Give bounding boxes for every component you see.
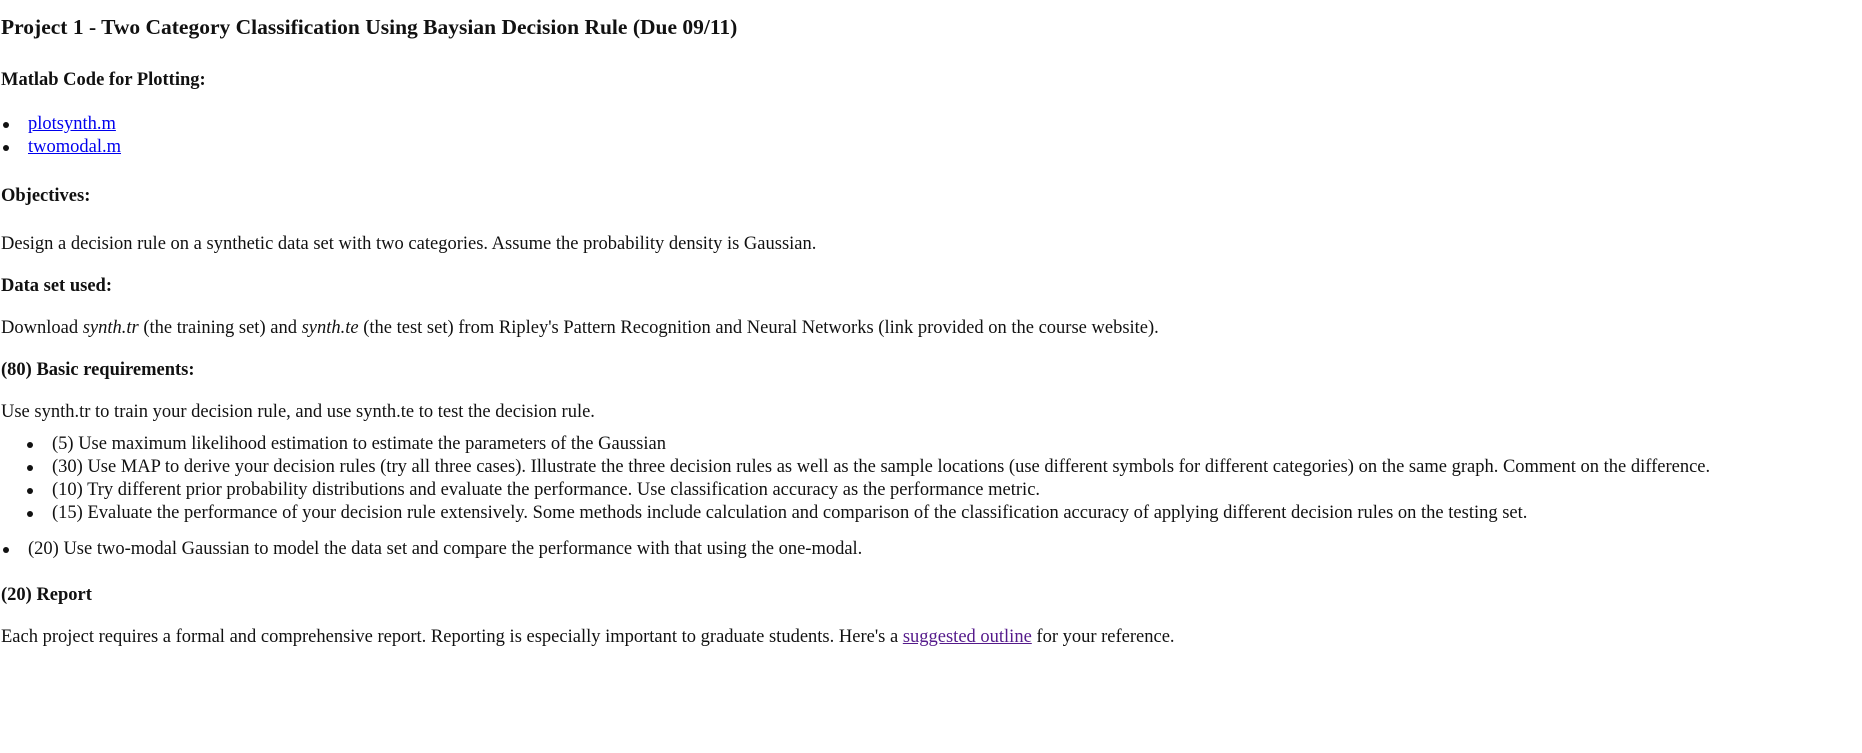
list-item: plotsynth.m [1, 113, 1862, 136]
dataset-middle: (the training set) and [138, 318, 302, 338]
requirements-list: (5) Use maximum likelihood estimation to… [1, 433, 1862, 525]
requirement-item: (30) Use MAP to derive your decision rul… [1, 456, 1862, 479]
requirement-item: (20) Use two-modal Gaussian to model the… [1, 538, 1862, 561]
objectives-heading: Objectives: [1, 186, 91, 206]
report-heading: (20) Report [1, 585, 92, 605]
requirement-item: (15) Evaluate the performance of your de… [1, 502, 1862, 525]
objectives-text: Design a decision rule on a synthetic da… [1, 234, 817, 254]
dataset-suffix: (the test set) from Ripley's Pattern Rec… [358, 318, 1159, 338]
extra-requirement-list: (20) Use two-modal Gaussian to model the… [1, 538, 1862, 561]
train-file-name: synth.tr [82, 318, 139, 338]
matlab-heading: Matlab Code for Plotting: [1, 70, 206, 90]
page-title: Project 1 - Two Category Classification … [1, 15, 738, 39]
test-file-name: synth.te [301, 318, 359, 338]
dataset-heading: Data set used: [1, 276, 112, 296]
plotsynth-link[interactable]: plotsynth.m [28, 114, 116, 134]
report-suffix: for your reference. [1031, 627, 1175, 647]
page-content: Project 1 - Two Category Classification … [0, 0, 1862, 651]
requirement-item: (5) Use maximum likelihood estimation to… [1, 433, 1862, 456]
basic-requirements-heading: (80) Basic requirements: [1, 360, 195, 380]
matlab-file-list: plotsynth.m twomodal.m [1, 113, 1862, 159]
report-text: Each project requires a formal and compr… [1, 623, 1862, 651]
suggested-outline-link[interactable]: suggested outline [903, 627, 1032, 647]
report-prefix: Each project requires a formal and compr… [1, 627, 903, 647]
basic-requirements-intro: Use synth.tr to train your decision rule… [1, 402, 595, 422]
requirement-item: (10) Try different prior probability dis… [1, 479, 1862, 502]
list-item: twomodal.m [1, 136, 1862, 159]
twomodal-link[interactable]: twomodal.m [28, 137, 121, 157]
dataset-prefix: Download [1, 318, 83, 338]
dataset-text: Download synth.tr (the training set) and… [1, 314, 1862, 342]
